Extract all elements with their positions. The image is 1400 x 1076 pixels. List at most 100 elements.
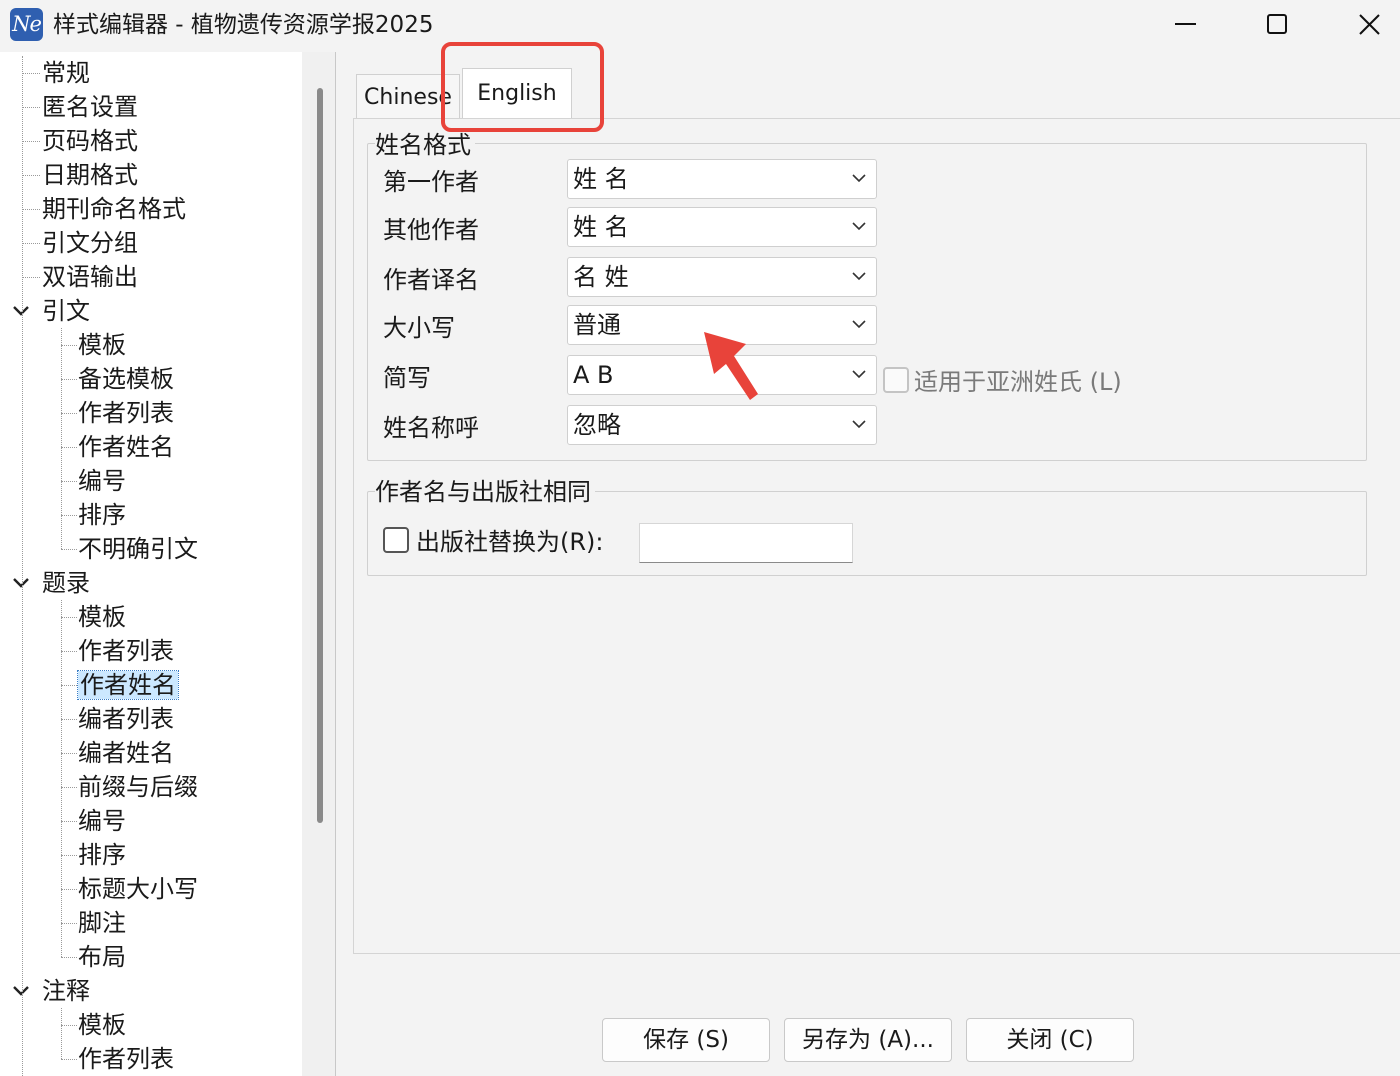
tree-item[interactable]: 注释 (42, 974, 90, 1008)
tree-item-label: 模板 (78, 1011, 126, 1039)
tree-item[interactable]: 作者列表 (78, 396, 174, 430)
close-button[interactable]: 关闭 (C) (966, 1018, 1134, 1062)
other-authors-select[interactable]: 姓 名 (567, 207, 877, 247)
tree-item-label: 注释 (42, 977, 90, 1005)
tree-item-label: 期刊命名格式 (42, 195, 186, 223)
other-authors-label: 其他作者 (383, 216, 479, 244)
tree-item[interactable]: 编号 (78, 804, 126, 838)
tree-connector (61, 447, 77, 448)
save-button[interactable]: 保存 (S) (602, 1018, 770, 1062)
tree-item[interactable]: 排序 (78, 838, 126, 872)
tree-item[interactable]: 编号 (78, 464, 126, 498)
tree-item[interactable]: 匿名设置 (42, 90, 138, 124)
tree-item[interactable]: 模板 (78, 328, 126, 362)
tree-item[interactable]: 布局 (78, 940, 126, 974)
tree-item[interactable]: 题录 (42, 566, 90, 600)
other-authors-value: 姓 名 (573, 213, 629, 241)
chevron-down-icon (852, 420, 866, 429)
tree-item-label: 编号 (78, 807, 126, 835)
first-author-select[interactable]: 姓 名 (567, 159, 877, 199)
tree-item[interactable]: 不明确引文 (78, 532, 198, 566)
tree-item[interactable]: 日期格式 (42, 158, 138, 192)
tree-connector (61, 1059, 77, 1060)
tree-connector (61, 753, 77, 754)
first-author-value: 姓 名 (573, 165, 629, 193)
name-title-label: 姓名称呼 (383, 414, 479, 442)
tree-item-label: 编者姓名 (78, 739, 174, 767)
tree-item[interactable]: 模板 (78, 600, 126, 634)
tree-item-label: 引文 (42, 297, 90, 325)
tree-item-label: 脚注 (78, 909, 126, 937)
tree-item[interactable]: 标题大小写 (78, 872, 198, 906)
tree-connector (61, 549, 77, 550)
tab-chinese[interactable]: Chinese (356, 74, 460, 120)
asian-surname-label: 适用于亚洲姓氏 (L) (914, 368, 1122, 396)
tree-scrollbar[interactable] (302, 52, 335, 1076)
tree-item[interactable]: 脚注 (78, 906, 126, 940)
tree-item[interactable]: 页码格式 (42, 124, 138, 158)
publisher-replace-input[interactable] (639, 523, 853, 563)
publisher-legend: 作者名与出版社相同 (375, 477, 595, 507)
tree-item[interactable]: 作者姓名 (77, 668, 179, 702)
tree-connector (61, 855, 77, 856)
tree-item[interactable]: 引文 (42, 294, 90, 328)
close-window-button[interactable] (1324, 0, 1400, 50)
tree-connector (61, 617, 77, 618)
tree-connector (61, 957, 77, 958)
tree-item-label: 作者列表 (78, 399, 174, 427)
maximize-button[interactable] (1232, 0, 1324, 50)
chevron-down-icon[interactable] (11, 974, 31, 1008)
tree-connector (61, 821, 77, 822)
tree-item[interactable]: 作者列表 (78, 634, 174, 668)
name-title-select[interactable]: 忽略 (567, 405, 877, 445)
tree-item[interactable]: 常规 (42, 56, 90, 90)
tree-item-label: 布局 (78, 943, 126, 971)
chevron-down-icon[interactable] (11, 294, 31, 328)
tree-connector (61, 481, 77, 482)
tree-connector (61, 328, 62, 549)
name-title-value: 忽略 (573, 411, 621, 439)
tree-connector (61, 889, 77, 890)
tree-connector (61, 1025, 77, 1026)
minimize-button[interactable] (1140, 0, 1232, 50)
tree-item-label: 前缀与后缀 (78, 773, 198, 801)
tree-item-label: 日期格式 (42, 161, 138, 189)
save-as-button[interactable]: 另存为 (A)... (784, 1018, 952, 1062)
chevron-down-icon[interactable] (11, 566, 31, 600)
tree-item-label: 题录 (42, 569, 90, 597)
tree-connector (61, 515, 77, 516)
tree-connector (22, 243, 40, 244)
publisher-replace-checkbox[interactable] (383, 527, 409, 553)
tree-connector (61, 787, 77, 788)
window-title: 样式编辑器 - 植物遗传资源学报2025 (53, 12, 434, 38)
tree-item[interactable]: 备选模板 (78, 362, 174, 396)
translated-name-select[interactable]: 名 姓 (567, 257, 877, 297)
chevron-down-icon (852, 222, 866, 231)
tree-item-label: 编者列表 (78, 705, 174, 733)
tree-item[interactable]: 模板 (78, 1008, 126, 1042)
tree-connector (61, 600, 62, 957)
tree-item[interactable]: 编者姓名 (78, 736, 174, 770)
close-icon (1359, 14, 1380, 35)
tree-item[interactable]: 前缀与后缀 (78, 770, 198, 804)
tree-item-label: 模板 (78, 603, 126, 631)
tree-item[interactable]: 编者列表 (78, 702, 174, 736)
tree-connector (22, 73, 40, 74)
tree-connector (61, 719, 77, 720)
tree-item[interactable]: 作者姓名 (78, 430, 174, 464)
tree-scrollbar-thumb[interactable] (317, 88, 323, 823)
tree-item[interactable]: 引文分组 (42, 226, 138, 260)
tree-item-label: 排序 (78, 841, 126, 869)
tree-item[interactable]: 双语输出 (42, 260, 138, 294)
tree-item[interactable]: 排序 (78, 498, 126, 532)
tree-connector (22, 277, 40, 278)
capitalization-value: 普通 (573, 311, 621, 339)
tree-item[interactable]: 作者列表 (78, 1042, 174, 1076)
first-author-label: 第一作者 (383, 168, 479, 196)
chevron-down-icon (852, 320, 866, 329)
tree-item[interactable]: 期刊命名格式 (42, 192, 186, 226)
asian-surname-checkbox[interactable] (883, 367, 909, 393)
tab-english[interactable]: English (462, 68, 572, 118)
chevron-down-icon (852, 370, 866, 379)
tree-connector (61, 1008, 62, 1059)
